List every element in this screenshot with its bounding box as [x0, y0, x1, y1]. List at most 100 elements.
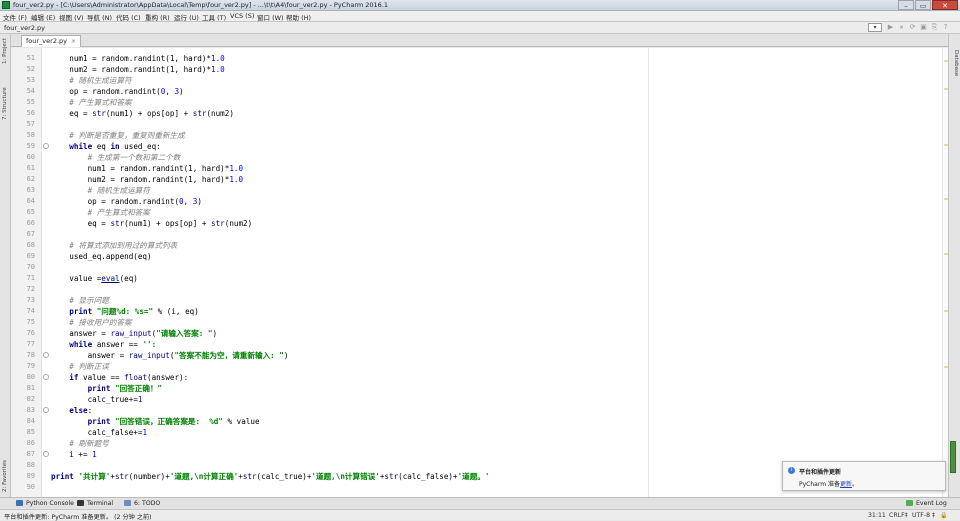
code-token: answer =: [51, 329, 111, 338]
terminal-tab[interactable]: Terminal: [77, 500, 113, 507]
menu-refactor[interactable]: 重构 (R): [145, 12, 170, 22]
code-token: str: [114, 472, 129, 481]
editor-tab-bar: four_ver2.py ×: [11, 34, 948, 47]
code-token: num1 = random.randint(1, hard)*: [51, 54, 212, 63]
scrollbar-marker[interactable]: [944, 198, 948, 200]
editor-scroll-thumb[interactable]: [950, 441, 956, 473]
code-line: used_eq.append(eq): [51, 251, 152, 262]
fold-marker-icon[interactable]: [43, 451, 49, 457]
close-tab-icon[interactable]: ×: [71, 38, 76, 45]
run-icon[interactable]: ▶: [886, 23, 895, 32]
help-icon[interactable]: ?: [941, 23, 950, 32]
code-token: (calc_false)+: [398, 472, 458, 481]
notification-body: PyCharm 准备更新。: [799, 479, 858, 488]
run-config-select[interactable]: ▾: [868, 23, 882, 32]
code-token: str: [242, 472, 257, 481]
file-encoding[interactable]: UTF-8 ‡: [912, 512, 935, 519]
fold-marker-icon[interactable]: [43, 407, 49, 413]
menu-file[interactable]: 文件 (F): [3, 12, 27, 22]
code-token: '道题,\n计算正确': [169, 472, 239, 481]
database-tool-tab[interactable]: Database: [953, 50, 959, 76]
code-line: else:: [51, 405, 92, 416]
scrollbar-marker[interactable]: [944, 88, 948, 90]
favorites-tool-tab[interactable]: 2: Favorites: [2, 460, 8, 492]
menu-navigate[interactable]: 导航 (N): [87, 12, 112, 22]
scrollbar-marker[interactable]: [944, 310, 948, 312]
minimize-button[interactable]: –: [898, 0, 914, 10]
copy-icon[interactable]: ⎘: [930, 23, 939, 32]
line-number: 71: [26, 274, 35, 282]
menu-view[interactable]: 视图 (V): [59, 12, 84, 22]
code-token: % value: [222, 417, 260, 426]
code-token: in: [110, 142, 120, 151]
scrollbar-marker[interactable]: [944, 253, 948, 255]
code-line: while eq in used_eq:: [51, 141, 160, 152]
code-line: # 显示问题: [51, 295, 109, 306]
code-token: str: [211, 219, 225, 228]
code-editor[interactable]: 51 52 53 54 55 56 57 58 59 60 61 62 63 64 65 66 67 68 69 70…: [11, 48, 956, 497]
pause-icon[interactable]: ⏸: [897, 23, 906, 32]
line-number: 76: [26, 329, 35, 337]
line-number: 80: [26, 373, 35, 381]
line-number: 57: [26, 120, 35, 128]
editor-scrollbar[interactable]: [942, 48, 948, 497]
code-token: used_eq.append(eq): [51, 252, 152, 261]
lock-icon[interactable]: 🔒: [940, 512, 947, 519]
scrollbar-marker[interactable]: [944, 144, 948, 146]
menu-edit[interactable]: 编辑 (E): [31, 12, 55, 22]
code-token: str: [110, 219, 125, 228]
code-line: value =eval(eq): [51, 273, 138, 284]
menu-vcs[interactable]: VCS (S): [230, 12, 254, 20]
close-window-button[interactable]: ✕: [932, 0, 958, 10]
code-token: value =: [51, 274, 102, 283]
scrollbar-marker[interactable]: [944, 366, 948, 368]
event-log-tab[interactable]: Event Log: [906, 500, 947, 507]
structure-tool-tab[interactable]: 7: Structure: [2, 87, 8, 120]
stop-icon[interactable]: ▣: [919, 23, 928, 32]
code-token: "回答错误，正确答案是: %d": [115, 417, 223, 426]
line-number: 52: [26, 65, 35, 73]
fold-marker-icon[interactable]: [43, 143, 49, 149]
todo-icon: [124, 500, 131, 506]
menu-run[interactable]: 运行 (U): [174, 12, 199, 22]
code-line: # 随机生成运算符: [51, 75, 132, 86]
todo-tab[interactable]: 6: TODO: [124, 500, 160, 507]
code-token: while: [69, 340, 93, 349]
line-number: 69: [26, 252, 35, 260]
code-token: # 随机生成运算符: [51, 186, 150, 195]
caret-position[interactable]: 31:11: [868, 512, 886, 519]
line-number: 79: [26, 362, 35, 370]
update-link[interactable]: 更新: [840, 481, 852, 488]
breadcrumb-file[interactable]: four_ver2.py: [4, 24, 45, 32]
code-token: (num1) + ops[op] +: [105, 109, 193, 118]
code-token: eq: [92, 142, 111, 151]
line-number: 77: [26, 340, 35, 348]
python-console-tab[interactable]: Python Console: [16, 500, 74, 507]
line-separator[interactable]: CRLF‡: [889, 512, 908, 519]
maximize-button[interactable]: ▭: [915, 0, 931, 10]
menu-tools[interactable]: 工具 (T): [202, 12, 226, 22]
project-tool-tab[interactable]: 1: Project: [2, 38, 8, 64]
window-controls: – ▭ ✕: [897, 0, 958, 11]
pycharm-app-icon: [2, 1, 10, 9]
menu-help[interactable]: 帮助 (H): [286, 12, 311, 22]
code-token: 1: [92, 450, 97, 459]
code-token: # 随机生成运算符: [51, 76, 132, 85]
line-number: 78: [26, 351, 35, 359]
menu-code[interactable]: 代码 (C): [116, 12, 141, 22]
fold-marker-icon[interactable]: [43, 352, 49, 358]
rerun-icon[interactable]: ⟳: [908, 23, 917, 32]
code-token: op = random.randint(: [51, 197, 180, 206]
notification-balloon[interactable]: i 平台和插件更新 PyCharm 准备更新。: [782, 461, 946, 491]
fold-marker-icon[interactable]: [43, 374, 49, 380]
line-number: 60: [26, 153, 35, 161]
code-line: # 判断正误: [51, 361, 109, 372]
editor-tab[interactable]: four_ver2.py ×: [21, 35, 82, 47]
code-token: ): [283, 351, 289, 360]
todo-label: 6: TODO: [134, 500, 161, 507]
menu-window[interactable]: 窗口 (W): [257, 12, 284, 22]
code-token: str: [92, 109, 106, 118]
code-line: # 刷新题号: [51, 438, 109, 449]
scrollbar-marker[interactable]: [944, 60, 948, 62]
